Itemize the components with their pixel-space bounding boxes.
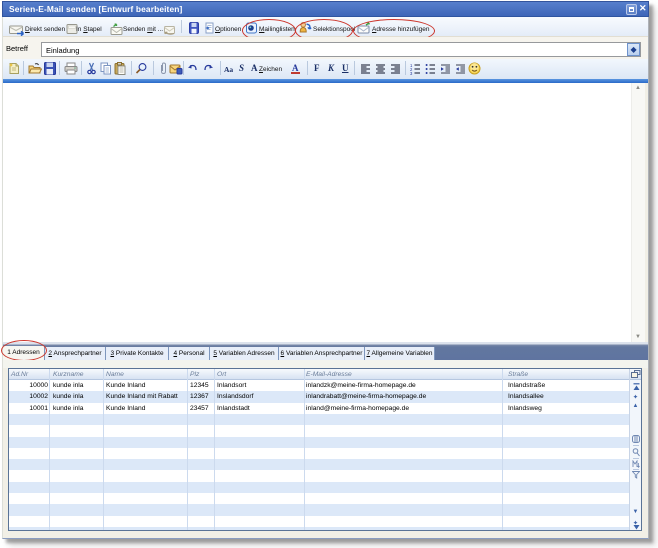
svg-text:3: 3 [410, 71, 413, 75]
